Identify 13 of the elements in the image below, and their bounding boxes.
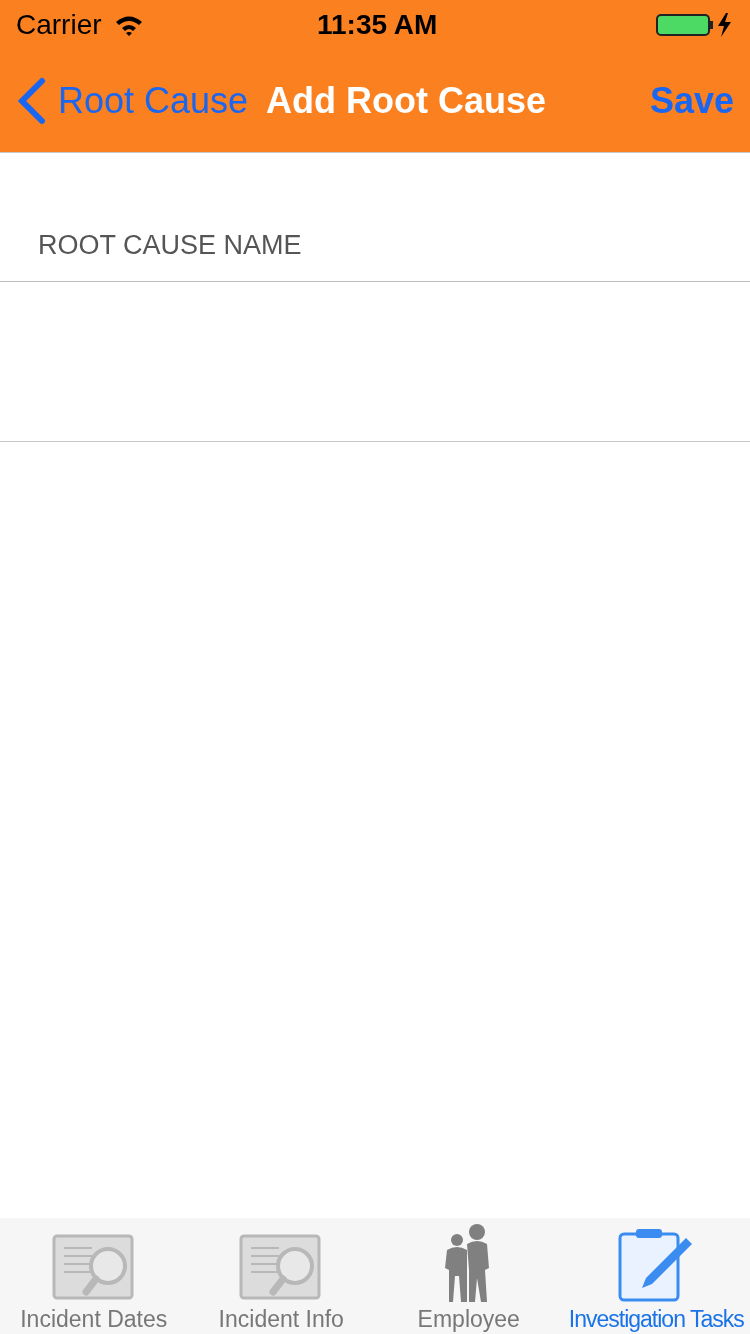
chevron-left-icon: [16, 77, 46, 125]
clipboard-pencil-icon: [618, 1228, 695, 1302]
status-time: 11:35 AM: [317, 8, 438, 42]
tab-item[interactable]: Incident Info: [187, 1218, 375, 1334]
document-magnifier-icon: [51, 1234, 136, 1302]
battery-icon: [656, 12, 734, 38]
carrier-label: Carrier: [16, 8, 102, 42]
document-magnifier-icon: [239, 1234, 324, 1302]
tab-item[interactable]: Incident Dates: [0, 1218, 188, 1334]
tab-item[interactable]: Employee: [375, 1218, 563, 1334]
section-header: ROOT CAUSE NAME: [38, 228, 302, 262]
tab-item[interactable]: Investigation Tasks: [562, 1218, 750, 1334]
screen-title: Add Root Cause: [266, 79, 547, 123]
